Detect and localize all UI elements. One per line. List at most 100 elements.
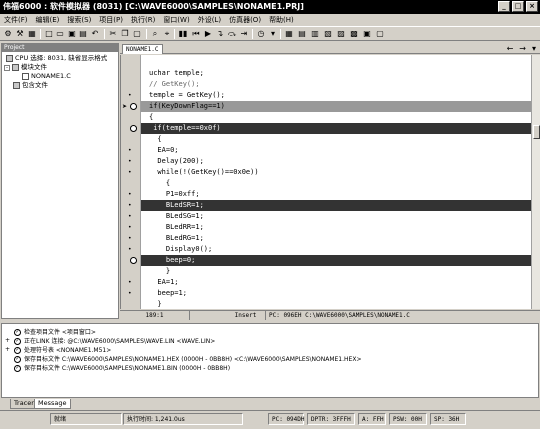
code-line[interactable]: beep=0; [141,255,532,266]
executable-line-dot-icon[interactable]: • [128,277,142,288]
executable-line-dot-icon[interactable]: • [128,222,142,233]
chip-icon[interactable]: ▦ [27,29,37,39]
code-line[interactable]: { [141,112,532,123]
code-line[interactable]: BLedSG=1; [141,211,532,222]
menu-search[interactable]: 搜索(S) [63,14,95,26]
message-line[interactable]: ✓ 正在LINK 连接: @C:\WAVE6000\SAMPLES\WAVE.LI… [14,337,215,346]
collapse-icon[interactable]: - [4,64,10,71]
expand-icon[interactable]: + [5,346,10,353]
code-line[interactable]: if(temple==0x0f) [141,123,532,134]
cpu-window-icon[interactable]: ▦ [284,29,294,39]
executable-line-dot-icon[interactable]: • [128,156,142,167]
undo-icon[interactable]: ↶ [90,29,100,39]
step-over-icon[interactable]: ⤼ [227,29,237,39]
save-icon[interactable]: ▣ [67,29,77,39]
code-line[interactable]: // GetKey(); [141,79,532,90]
find-next-icon[interactable]: ⌖ [162,29,172,39]
code-line[interactable]: BLedSR=1; [141,200,532,211]
code-editor[interactable]: •➤•••••••••••• uchar temple;// GetKey();… [120,55,532,319]
editor-vertical-scrollbar[interactable] [531,55,540,309]
code-line[interactable]: BLedRG=1; [141,233,532,244]
executable-line-dot-icon[interactable]: • [128,200,142,211]
message-line[interactable]: ✓ 保存目标文件 C:\WAVE6000\SAMPLES\NONAME1.HEX … [14,355,361,364]
open-folder-icon[interactable]: ▭ [55,29,65,39]
new-file-icon[interactable]: □ [44,29,54,39]
tree-item-noname1[interactable]: NONAME1.C [22,72,71,81]
code-line[interactable]: temple = GetKey(); [141,90,532,101]
run-icon[interactable]: ▶ [203,29,213,39]
menu-file[interactable]: 文件(F) [0,14,32,26]
dropdown-arrow-icon[interactable]: ▾ [268,29,278,39]
watch-window-icon[interactable]: ▧ [323,29,333,39]
code-line[interactable]: Delay(200); [141,156,532,167]
menu-window[interactable]: 窗口(W) [159,14,193,26]
code-line[interactable]: beep=1; [141,288,532,299]
executable-line-dot-icon[interactable]: • [128,145,142,156]
sp-register: SP: 36H [430,413,466,425]
executable-line-dot-icon[interactable]: • [128,189,142,200]
forward-arrow-icon[interactable]: → [519,43,526,54]
search-icon[interactable]: ⌕ [150,29,160,39]
executable-line-dot-icon[interactable]: • [128,233,142,244]
breakpoint-icon[interactable] [130,125,137,132]
compile-icon[interactable]: ⚙ [3,29,13,39]
code-line[interactable]: uchar temple; [141,68,532,79]
code-line[interactable] [141,57,532,68]
dropdown-arrow-icon[interactable]: ▾ [532,43,536,54]
maximize-button[interactable]: □ [512,1,524,12]
expand-icon[interactable]: + [5,337,10,344]
sfr-window-icon[interactable]: ▣ [362,29,372,39]
copy-icon[interactable]: ❐ [120,29,130,39]
breakpoint-icon[interactable] [130,257,137,264]
paste-icon[interactable]: ▢ [132,29,142,39]
executable-line-dot-icon[interactable]: • [128,90,142,101]
tab-noname1[interactable]: NONAME1.C [122,44,163,54]
data-window-icon[interactable]: ▤ [297,29,307,39]
minimize-button[interactable]: _ [498,1,510,12]
executable-line-dot-icon[interactable]: • [128,211,142,222]
run-to-cursor-icon[interactable]: ⇥ [239,29,249,39]
code-line[interactable]: while(!(GetKey()==0x0e)) [141,167,532,178]
executable-line-dot-icon[interactable]: • [128,167,142,178]
menu-peripheral[interactable]: 外设(L) [194,14,225,26]
executable-line-dot-icon[interactable]: • [128,244,142,255]
register-window-icon[interactable]: ▨ [336,29,346,39]
code-line[interactable]: { [141,134,532,145]
message-line[interactable]: ✓ 处理符号表 <NONAME1.M51> [14,346,111,355]
peripheral-window-icon[interactable]: ▢ [375,29,385,39]
menu-edit[interactable]: 编辑(E) [32,14,64,26]
menu-project[interactable]: 项目(P) [95,14,127,26]
save-all-icon[interactable]: ▤ [78,29,88,39]
code-line[interactable]: EA=0; [141,145,532,156]
code-line[interactable]: } [141,299,532,310]
menu-run[interactable]: 执行(R) [127,14,159,26]
back-arrow-icon[interactable]: ← [507,43,514,54]
step-into-icon[interactable]: ↴ [215,29,225,39]
code-line[interactable]: P1=0xff; [141,189,532,200]
memory-window-icon[interactable]: ▩ [349,29,359,39]
code-line[interactable]: Display0(); [141,244,532,255]
tree-item-modules[interactable]: - 模块文件 [4,63,47,72]
tree-item-cpu[interactable]: CPU 选择: 8031, 缺省显示格式 [6,54,107,63]
code-line[interactable]: BLedRR=1; [141,222,532,233]
clock-icon[interactable]: ◷ [256,29,266,39]
code-line[interactable]: } [141,266,532,277]
message-line[interactable]: ✓ 检查项目文件 <项目窗口> [14,328,96,337]
editor-gutter[interactable]: •➤•••••••••••• [121,55,142,319]
build-icon[interactable]: ⚒ [15,29,25,39]
code-line[interactable]: if(KeyDownFlag==1) [141,101,532,112]
stop-icon[interactable]: ▮▮ [178,29,188,39]
cut-icon[interactable]: ✂ [108,29,118,39]
tree-item-includes[interactable]: 包含文件 [13,81,48,90]
tab-message[interactable]: Message [34,399,71,409]
executable-line-dot-icon[interactable]: • [128,288,142,299]
scrollbar-thumb[interactable] [533,125,540,139]
code-window-icon[interactable]: ▥ [310,29,320,39]
menu-help[interactable]: 帮助(H) [265,14,298,26]
code-line[interactable]: EA=1; [141,277,532,288]
menu-emulator[interactable]: 仿真器(O) [225,14,265,26]
close-button[interactable]: × [526,1,538,12]
message-line[interactable]: ✓ 保存目标文件 C:\WAVE6000\SAMPLES\NONAME1.BIN … [14,364,230,373]
code-line[interactable]: { [141,178,532,189]
reset-icon[interactable]: ⏮ [191,29,201,39]
